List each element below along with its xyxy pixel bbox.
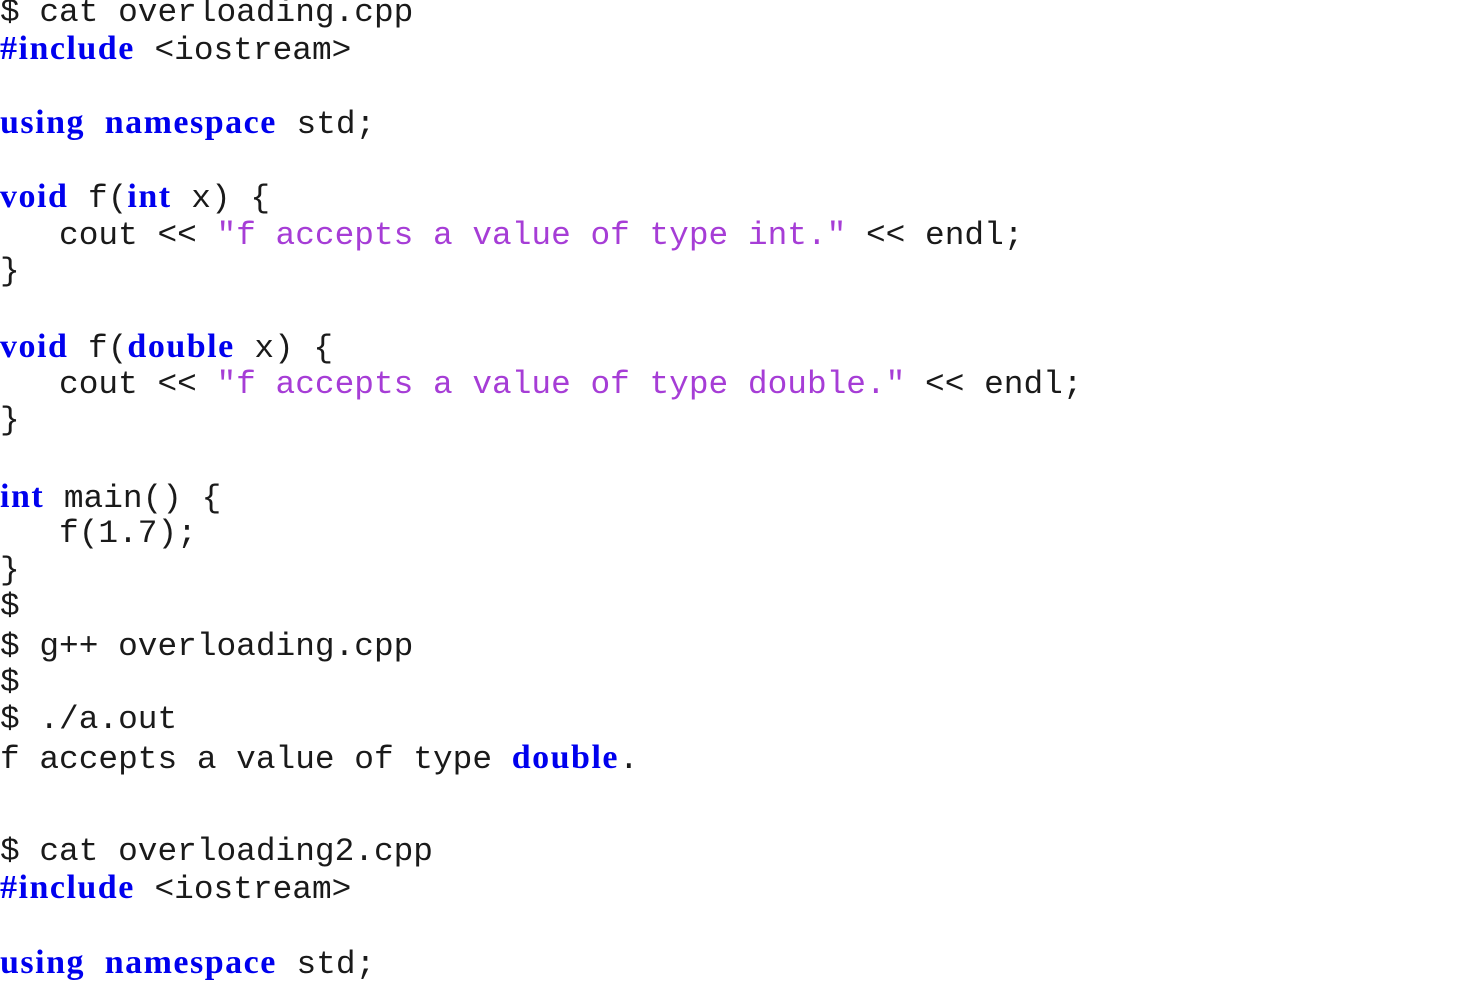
- terminal-line: using namespace std;: [0, 944, 376, 983]
- text-token: <iostream>: [134, 32, 352, 69]
- keyword-token: namespace: [104, 944, 277, 981]
- text-token: std;: [276, 946, 376, 983]
- text-token: $ cat overloading.cpp: [0, 0, 414, 31]
- text-token: << endl;: [905, 366, 1083, 403]
- text-token: $ cat overloading2.cpp: [0, 833, 433, 870]
- keyword-token: using: [0, 944, 85, 981]
- terminal-line: $ ./a.out: [0, 701, 177, 739]
- terminal-line: }: [0, 402, 20, 440]
- text-token: f accepts a value of type: [0, 741, 512, 778]
- keyword-token: int: [0, 478, 45, 515]
- text-token: f(1.7);: [0, 515, 197, 552]
- text-token: f(: [68, 330, 128, 367]
- string-token: "f accepts a value of type double.": [216, 366, 906, 403]
- text-token: $: [0, 588, 20, 625]
- terminal-line: #include <iostream>: [0, 869, 352, 908]
- terminal-line: $ cat overloading2.cpp: [0, 833, 433, 871]
- terminal-line: }: [0, 552, 20, 590]
- text-token: cout <<: [0, 217, 217, 254]
- terminal-line: $ g++ overloading.cpp: [0, 628, 413, 666]
- keyword-token: #include: [0, 30, 135, 67]
- terminal-line: void f(double x) {: [0, 328, 334, 367]
- terminal-line: int main() {: [0, 478, 222, 517]
- keyword-token: void: [0, 328, 69, 365]
- text-token: f(: [68, 180, 128, 217]
- text-token: <iostream>: [134, 871, 352, 908]
- string-token: "f accepts a value of type int.": [216, 217, 847, 254]
- text-token: .: [618, 741, 639, 778]
- terminal-line: cout << "f accepts a value of type doubl…: [0, 366, 1083, 404]
- terminal-line: #include <iostream>: [0, 30, 352, 69]
- text-token: }: [0, 402, 20, 439]
- text-token: $ g++ overloading.cpp: [0, 628, 414, 665]
- terminal-line: f accepts a value of type double.: [0, 739, 639, 778]
- text-token: $: [0, 664, 20, 701]
- text-token: }: [0, 253, 20, 290]
- keyword-token: double: [511, 739, 619, 776]
- text-token: $ ./a.out: [0, 701, 178, 738]
- text-token: std;: [276, 106, 376, 143]
- text-token: cout <<: [0, 366, 217, 403]
- terminal-line: $: [0, 588, 20, 626]
- text-token: x) {: [234, 330, 334, 367]
- text-token: }: [0, 552, 20, 589]
- terminal-line: void f(int x) {: [0, 178, 271, 217]
- terminal-line: $ cat overloading.cpp: [0, 0, 413, 32]
- keyword-token: void: [0, 178, 69, 215]
- terminal-line: cout << "f accepts a value of type int."…: [0, 217, 1023, 255]
- terminal-line: }: [0, 253, 20, 291]
- terminal-line: $: [0, 664, 20, 702]
- text-token: x) {: [171, 180, 271, 217]
- keyword-token: namespace: [104, 104, 277, 141]
- text-token: << endl;: [846, 217, 1024, 254]
- keyword-token: #include: [0, 869, 135, 906]
- terminal-line: f(1.7);: [0, 515, 197, 553]
- text-token: main() {: [44, 480, 222, 517]
- terminal-line: using namespace std;: [0, 104, 376, 143]
- keyword-token: using: [0, 104, 85, 141]
- keyword-token: double: [127, 328, 235, 365]
- keyword-token: int: [127, 178, 172, 215]
